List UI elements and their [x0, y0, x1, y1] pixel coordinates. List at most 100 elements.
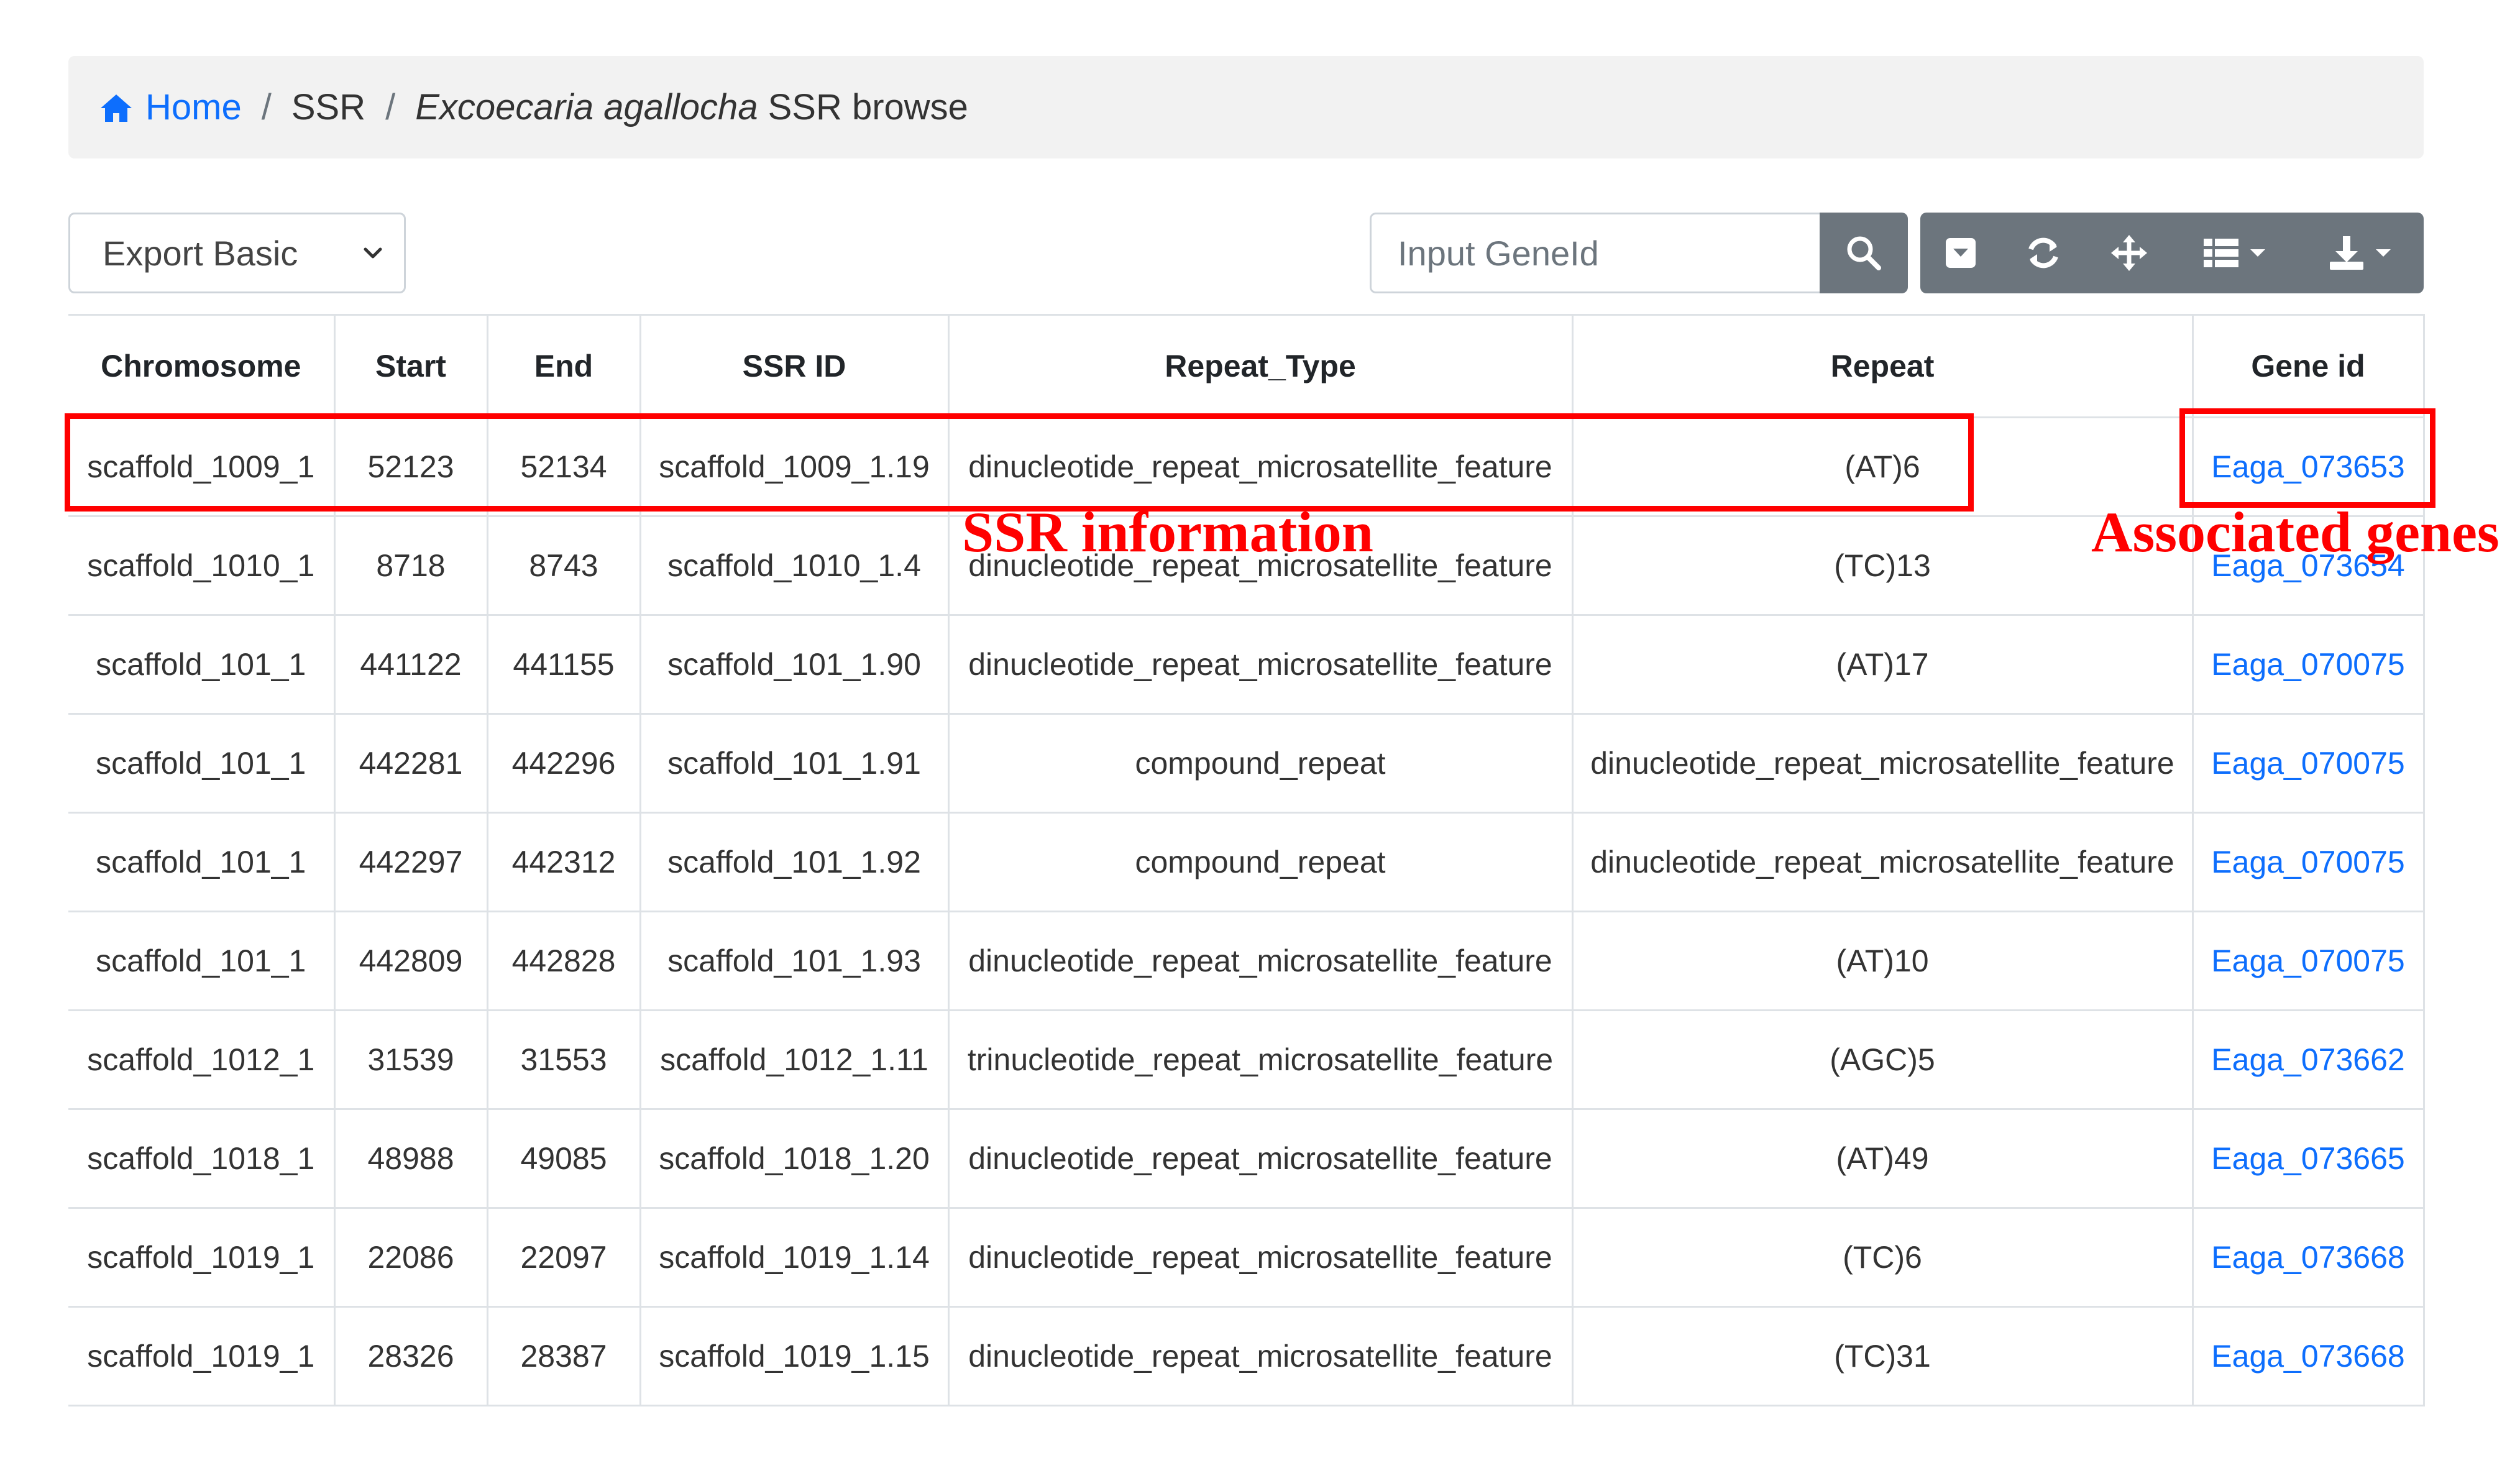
- move-icon: [2111, 235, 2147, 271]
- cell-chromosome: scaffold_101_1: [68, 615, 334, 715]
- export-dropdown-button[interactable]: [2297, 213, 2424, 293]
- cell-end: 49085: [486, 1109, 640, 1209]
- column-header-start[interactable]: Start: [333, 314, 487, 418]
- column-header-gene-id[interactable]: Gene id: [2191, 314, 2425, 418]
- chevron-down-icon: [364, 247, 382, 259]
- breadcrumb-section[interactable]: SSR: [291, 86, 365, 128]
- home-icon: [101, 94, 132, 122]
- cell-gene-id: Eaga_070075: [2191, 714, 2425, 814]
- cell-end: 8743: [486, 516, 640, 616]
- table-row: scaffold_1012_1 31539 31553 scaffold_101…: [68, 1010, 2425, 1110]
- cell-gene-id: Eaga_070075: [2191, 615, 2425, 715]
- breadcrumb-current-page: SSR browse: [767, 87, 968, 127]
- column-header-end[interactable]: End: [486, 314, 640, 418]
- cell-ssr-id: scaffold_1009_1.19: [639, 417, 948, 517]
- table-row: scaffold_1018_1 48988 49085 scaffold_101…: [68, 1109, 2425, 1209]
- cell-repeat-type: dinucleotide_repeat_microsatellite_featu…: [947, 615, 1572, 715]
- gene-id-link[interactable]: Eaga_070075: [2211, 746, 2404, 781]
- gene-id-link[interactable]: Eaga_073653: [2211, 449, 2404, 484]
- cell-ssr-id: scaffold_1019_1.14: [639, 1208, 948, 1308]
- cell-end: 28387: [486, 1306, 640, 1406]
- column-header-ssr-id[interactable]: SSR ID: [639, 314, 948, 418]
- table-row: scaffold_101_1 442809 442828 scaffold_10…: [68, 911, 2425, 1011]
- cell-ssr-id: scaffold_101_1.93: [639, 911, 948, 1011]
- table-row: scaffold_101_1 441122 441155 scaffold_10…: [68, 615, 2425, 715]
- cell-start: 8718: [333, 516, 487, 616]
- cell-end: 442828: [486, 911, 640, 1011]
- breadcrumb-separator: /: [385, 87, 396, 127]
- cell-start: 31539: [333, 1010, 487, 1110]
- cell-repeat-type: dinucleotide_repeat_microsatellite_featu…: [947, 1306, 1572, 1406]
- cell-chromosome: scaffold_1018_1: [68, 1109, 334, 1209]
- cell-end: 52134: [486, 417, 640, 517]
- table-row: scaffold_1019_1 22086 22097 scaffold_101…: [68, 1208, 2425, 1308]
- cell-repeat: (AT)17: [1571, 615, 2192, 715]
- cell-start: 22086: [333, 1208, 487, 1308]
- cell-gene-id: Eaga_073668: [2191, 1306, 2425, 1406]
- table-row: scaffold_101_1 442281 442296 scaffold_10…: [68, 714, 2425, 814]
- search-icon: [1847, 236, 1881, 270]
- cell-repeat-type: dinucleotide_repeat_microsatellite_featu…: [947, 1208, 1572, 1308]
- cell-ssr-id: scaffold_101_1.92: [639, 812, 948, 912]
- cell-repeat-type: trinucleotide_repeat_microsatellite_feat…: [947, 1010, 1572, 1110]
- breadcrumb-home-link[interactable]: Home: [145, 86, 242, 128]
- gene-id-link[interactable]: Eaga_073662: [2211, 1042, 2404, 1077]
- cell-gene-id: Eaga_073668: [2191, 1208, 2425, 1308]
- gene-id-link[interactable]: Eaga_070075: [2211, 943, 2404, 978]
- gene-id-link[interactable]: Eaga_073665: [2211, 1141, 2404, 1176]
- cell-repeat-type: compound_repeat: [947, 714, 1572, 814]
- cell-gene-id: Eaga_073665: [2191, 1109, 2425, 1209]
- cell-gene-id: Eaga_073662: [2191, 1010, 2425, 1110]
- search-button[interactable]: [1820, 213, 1908, 293]
- cell-repeat: (AT)49: [1571, 1109, 2192, 1209]
- refresh-button[interactable]: [2001, 213, 2086, 293]
- cell-ssr-id: scaffold_1012_1.11: [639, 1010, 948, 1110]
- table-row: scaffold_101_1 442297 442312 scaffold_10…: [68, 812, 2425, 912]
- table-header-row: Chromosome Start End SSR ID Repeat_Type …: [68, 314, 2425, 418]
- cell-chromosome: scaffold_1009_1: [68, 417, 334, 517]
- breadcrumb-species: Excoecaria agallocha: [415, 87, 758, 127]
- ssr-table: Chromosome Start End SSR ID Repeat_Type …: [68, 314, 2425, 1406]
- cell-ssr-id: scaffold_1019_1.15: [639, 1306, 948, 1406]
- column-header-repeat[interactable]: Repeat: [1571, 314, 2192, 418]
- cell-start: 52123: [333, 417, 487, 517]
- ssr-info-annotation-label: SSR information: [962, 500, 1373, 564]
- cell-repeat: (TC)31: [1571, 1306, 2192, 1406]
- cell-repeat: (TC)6: [1571, 1208, 2192, 1308]
- gene-id-link[interactable]: Eaga_073668: [2211, 1339, 2404, 1374]
- cell-repeat: (AGC)5: [1571, 1010, 2192, 1110]
- table-toolbar-buttons: [1920, 213, 2424, 293]
- cell-start: 442809: [333, 911, 487, 1011]
- cell-start: 441122: [333, 615, 487, 715]
- gene-id-link[interactable]: Eaga_070075: [2211, 647, 2404, 682]
- cell-chromosome: scaffold_1019_1: [68, 1208, 334, 1308]
- cell-end: 22097: [486, 1208, 640, 1308]
- cell-start: 442297: [333, 812, 487, 912]
- cell-chromosome: scaffold_1012_1: [68, 1010, 334, 1110]
- fullscreen-button[interactable]: [2086, 213, 2173, 293]
- cell-start: 442281: [333, 714, 487, 814]
- gene-search-input[interactable]: [1370, 213, 1820, 293]
- cell-chromosome: scaffold_101_1: [68, 812, 334, 912]
- cell-chromosome: scaffold_1019_1: [68, 1306, 334, 1406]
- toggle-view-button[interactable]: [1920, 213, 2001, 293]
- gene-id-link[interactable]: Eaga_070075: [2211, 845, 2404, 879]
- cell-ssr-id: scaffold_1018_1.20: [639, 1109, 948, 1209]
- cell-chromosome: scaffold_1010_1: [68, 516, 334, 616]
- column-header-chromosome[interactable]: Chromosome: [68, 314, 334, 418]
- columns-dropdown-button[interactable]: [2173, 213, 2297, 293]
- export-select-value: Export Basic: [103, 233, 298, 273]
- cell-repeat-type: dinucleotide_repeat_microsatellite_featu…: [947, 911, 1572, 1011]
- cell-repeat: dinucleotide_repeat_microsatellite_featu…: [1571, 714, 2192, 814]
- export-select[interactable]: Export Basic: [68, 213, 406, 293]
- cell-start: 28326: [333, 1306, 487, 1406]
- cell-ssr-id: scaffold_1010_1.4: [639, 516, 948, 616]
- table-row: scaffold_1019_1 28326 28387 scaffold_101…: [68, 1306, 2425, 1406]
- cell-repeat-type: compound_repeat: [947, 812, 1572, 912]
- breadcrumb: Home / SSR / Excoecaria agallocha SSR br…: [68, 56, 2424, 158]
- cell-end: 441155: [486, 615, 640, 715]
- refresh-icon: [2028, 237, 2058, 268]
- gene-id-link[interactable]: Eaga_073668: [2211, 1240, 2404, 1275]
- ssr-table-container: Chromosome Start End SSR ID Repeat_Type …: [68, 314, 2425, 1406]
- column-header-repeat-type[interactable]: Repeat_Type: [947, 314, 1572, 418]
